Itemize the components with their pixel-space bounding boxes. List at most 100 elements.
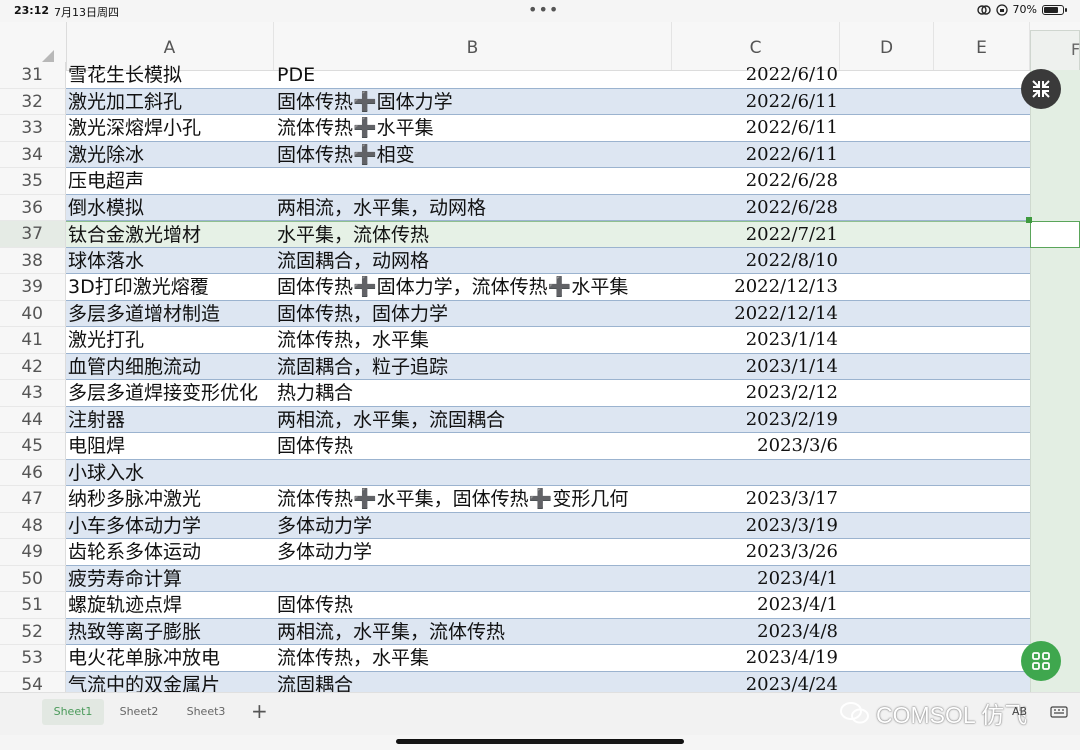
keyboard-icon[interactable] (1050, 705, 1068, 719)
row-header[interactable]: 51 (0, 592, 66, 619)
table-row[interactable]: 38 球体落水 流固耦合，动网格 2022/8/10 (0, 247, 1030, 274)
table-row[interactable]: 41 激光打孔 流体传热，水平集 2023/1/14 (0, 327, 1030, 354)
cell-b[interactable]: 流体传热➕水平集，固体传热➕变形几何 (277, 486, 628, 512)
cell-a[interactable]: 螺旋轨迹点焊 (68, 592, 182, 618)
cell-b[interactable]: 水平集，流体传热 (277, 222, 429, 247)
table-row[interactable]: 48 小车多体动力学 多体动力学 2023/3/19 (0, 512, 1030, 539)
cell-a[interactable]: 气流中的双金属片 (68, 672, 220, 693)
cell-c[interactable]: 2022/6/11 (746, 142, 838, 168)
cell-c[interactable]: 2023/4/1 (757, 566, 838, 592)
table-row[interactable]: 51 螺旋轨迹点焊 固体传热 2023/4/1 (0, 592, 1030, 619)
cell-c[interactable]: 2023/2/12 (746, 380, 838, 406)
cell-a[interactable]: 多层多道焊接变形优化 (68, 380, 258, 406)
table-row[interactable]: 54 气流中的双金属片 流固耦合 2023/4/24 (0, 671, 1030, 693)
cell-b[interactable]: 热力耦合 (277, 380, 353, 406)
cell-b[interactable]: 两相流，水平集，流固耦合 (277, 407, 505, 433)
row-header[interactable]: 36 (0, 194, 66, 221)
row-header[interactable]: 34 (0, 141, 66, 168)
row-header[interactable]: 32 (0, 88, 66, 115)
cell-b[interactable]: 固体传热，固体力学 (277, 301, 448, 327)
cell-a[interactable]: 多层多道增材制造 (68, 301, 220, 327)
sheet-tab-2[interactable]: Sheet2 (110, 699, 168, 725)
row-header[interactable]: 37 (0, 221, 66, 248)
cell-c[interactable]: 2023/1/14 (746, 354, 838, 380)
row-header[interactable]: 40 (0, 300, 66, 327)
cell-a[interactable]: 纳秒多脉冲激光 (68, 486, 201, 512)
table-row[interactable]: 36 倒水模拟 两相流，水平集，动网格 2022/6/28 (0, 194, 1030, 221)
cell-c[interactable]: 2023/1/14 (746, 327, 838, 353)
row-header[interactable]: 49 (0, 539, 66, 566)
table-row[interactable]: 46 小球入水 (0, 459, 1030, 486)
row-header[interactable]: 43 (0, 380, 66, 407)
cell-a[interactable]: 激光打孔 (68, 327, 144, 353)
cell-c[interactable]: 2022/6/28 (746, 168, 838, 194)
cell-a[interactable]: 球体落水 (68, 248, 144, 274)
cell-b[interactable]: 流体传热➕水平集 (277, 115, 434, 141)
cell-c[interactable]: 2023/2/19 (746, 407, 838, 433)
table-row[interactable]: 44 注射器 两相流，水平集，流固耦合 2023/2/19 (0, 406, 1030, 433)
row-header[interactable]: 35 (0, 168, 66, 195)
cell-c[interactable]: 2022/6/11 (746, 115, 838, 141)
row-header[interactable]: 47 (0, 486, 66, 513)
cell-c[interactable]: 2022/7/21 (746, 222, 838, 247)
table-row[interactable]: 45 电阻焊 固体传热 2023/3/6 (0, 433, 1030, 460)
cell-b[interactable]: 两相流，水平集，动网格 (277, 195, 486, 221)
cell-c[interactable]: 2023/3/6 (757, 433, 838, 459)
column-f-selected[interactable] (1030, 70, 1080, 692)
active-cell[interactable] (1030, 221, 1080, 248)
cell-c[interactable]: 2023/4/24 (746, 672, 838, 693)
row-header[interactable]: 53 (0, 645, 66, 672)
cell-a[interactable]: 激光深熔焊小孔 (68, 115, 201, 141)
cell-c[interactable]: 2022/12/14 (734, 301, 838, 327)
cell-c[interactable]: 2023/4/19 (746, 645, 838, 671)
cell-b[interactable]: 流体传热，水平集 (277, 327, 429, 353)
cell-c[interactable]: 2023/4/8 (757, 619, 838, 645)
row-header[interactable]: 31 (0, 62, 66, 89)
row-header[interactable]: 44 (0, 406, 66, 433)
table-row[interactable]: 49 齿轮系多体运动 多体动力学 2023/3/26 (0, 539, 1030, 566)
row-header[interactable]: 45 (0, 433, 66, 460)
apps-grid-button[interactable] (1021, 641, 1061, 681)
cell-a[interactable]: 电火花单脉冲放电 (68, 645, 220, 671)
table-row[interactable]: 40 多层多道增材制造 固体传热，固体力学 2022/12/14 (0, 300, 1030, 327)
row-header[interactable]: 42 (0, 353, 66, 380)
table-row[interactable]: 53 电火花单脉冲放电 流体传热，水平集 2023/4/19 (0, 645, 1030, 672)
cell-a[interactable]: 雪花生长模拟 (68, 62, 182, 88)
cell-a[interactable]: 血管内细胞流动 (68, 354, 201, 380)
cell-c[interactable]: 2023/3/26 (746, 539, 838, 565)
row-header[interactable]: 48 (0, 512, 66, 539)
cell-b[interactable]: 固体传热 (277, 592, 353, 618)
multitask-dots-icon[interactable]: ••• (528, 0, 559, 19)
cell-c[interactable]: 2022/12/13 (734, 274, 838, 300)
cell-b[interactable]: 固体传热➕固体力学 (277, 89, 453, 115)
cell-b[interactable]: 两相流，水平集，流体传热 (277, 619, 505, 645)
cell-a[interactable]: 注射器 (68, 407, 125, 433)
cell-c[interactable]: 2023/3/17 (746, 486, 838, 512)
cell-a[interactable]: 激光加工斜孔 (68, 89, 182, 115)
cell-c[interactable]: 2022/6/11 (746, 89, 838, 115)
sheet-tab-1[interactable]: Sheet1 (42, 699, 104, 725)
cell-b[interactable]: 固体传热➕固体力学，流体传热➕水平集 (277, 274, 628, 300)
cell-a[interactable]: 压电超声 (68, 168, 144, 194)
cell-b[interactable]: 流固耦合，动网格 (277, 248, 429, 274)
cell-a[interactable]: 齿轮系多体运动 (68, 539, 201, 565)
row-header[interactable]: 38 (0, 247, 66, 274)
row-header[interactable]: 33 (0, 115, 66, 142)
selection-fill-handle[interactable] (1026, 217, 1032, 223)
cell-b[interactable]: 固体传热 (277, 433, 353, 459)
cell-b[interactable]: 流固耦合，粒子追踪 (277, 354, 448, 380)
cell-a[interactable]: 激光除冰 (68, 142, 144, 168)
table-row[interactable]: 47 纳秒多脉冲激光 流体传热➕水平集，固体传热➕变形几何 2023/3/17 (0, 486, 1030, 513)
cell-b[interactable]: 多体动力学 (277, 539, 372, 565)
row-header[interactable]: 39 (0, 274, 66, 301)
table-row[interactable]: 43 多层多道焊接变形优化 热力耦合 2023/2/12 (0, 380, 1030, 407)
row-header[interactable]: 41 (0, 327, 66, 354)
row-header[interactable]: 54 (0, 671, 66, 692)
cell-c[interactable]: 2022/8/10 (746, 248, 838, 274)
collapse-fullscreen-button[interactable] (1021, 69, 1061, 109)
row-header[interactable]: 46 (0, 459, 66, 486)
cell-b[interactable]: 流固耦合 (277, 672, 353, 693)
cell-c[interactable]: 2023/4/1 (757, 592, 838, 618)
cell-a[interactable]: 疲劳寿命计算 (68, 566, 182, 592)
home-indicator[interactable] (396, 739, 684, 744)
